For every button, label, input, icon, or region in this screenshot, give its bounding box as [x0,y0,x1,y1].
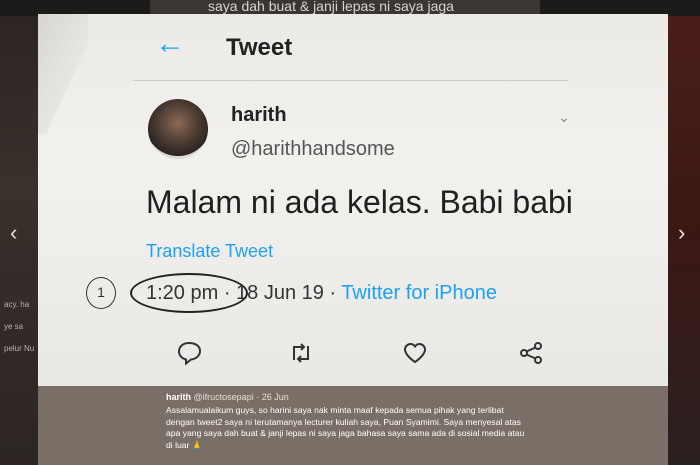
chevron-down-icon[interactable]: ⌄ [558,109,570,126]
avatar[interactable] [148,99,208,159]
share-icon[interactable] [518,340,544,366]
tweet-author-handle[interactable]: @harithhandsome [231,138,395,161]
caption-footer: harith @ifructosepapi · 26 Jun Assalamua… [38,386,668,465]
reply-icon[interactable] [176,340,202,366]
tweet-actions [176,340,546,366]
side-text-1: acy. ha [4,300,30,309]
side-text-2: ye sa [4,322,24,331]
tweet-date: · 18 Jun 19 · [218,282,342,304]
tweet-source[interactable]: Twitter for iPhone [341,282,497,304]
back-arrow-icon[interactable]: ← [155,29,185,59]
footer-date: · 26 Jun [253,392,289,402]
tweet-time: 1:20 pm [146,282,219,304]
tweet-screenshot-photo: ← Tweet harith @harithhandsome ⌄ Malam n… [38,14,668,386]
footer-handle[interactable]: @ifructosepapi [194,392,254,402]
tweet-header-title: Tweet [226,34,293,61]
tweet-author-name[interactable]: harith [231,104,287,127]
tweet-meta: 1:20 pm · 18 Jun 19 · Twitter for iPhone [146,282,497,305]
translate-tweet-link[interactable]: Translate Tweet [146,241,273,262]
paper-fold [38,14,88,134]
footer-username[interactable]: harith [166,392,191,402]
like-icon[interactable] [402,340,428,366]
background-left [0,0,38,465]
prev-arrow-icon[interactable]: ‹ [10,220,17,246]
next-arrow-icon[interactable]: › [678,220,685,246]
side-text-3: pelur Nu [4,344,35,353]
header-divider [133,80,568,81]
footer-text: Assalamualaikum guys, so harini saya nak… [166,405,525,450]
footer-user: harith @ifructosepapi · 26 Jun [166,392,289,402]
annotation-circle: 1 [86,277,116,309]
tweet-text: Malam ni ada kelas. Babi babi [146,184,573,220]
retweet-icon[interactable] [288,340,314,366]
